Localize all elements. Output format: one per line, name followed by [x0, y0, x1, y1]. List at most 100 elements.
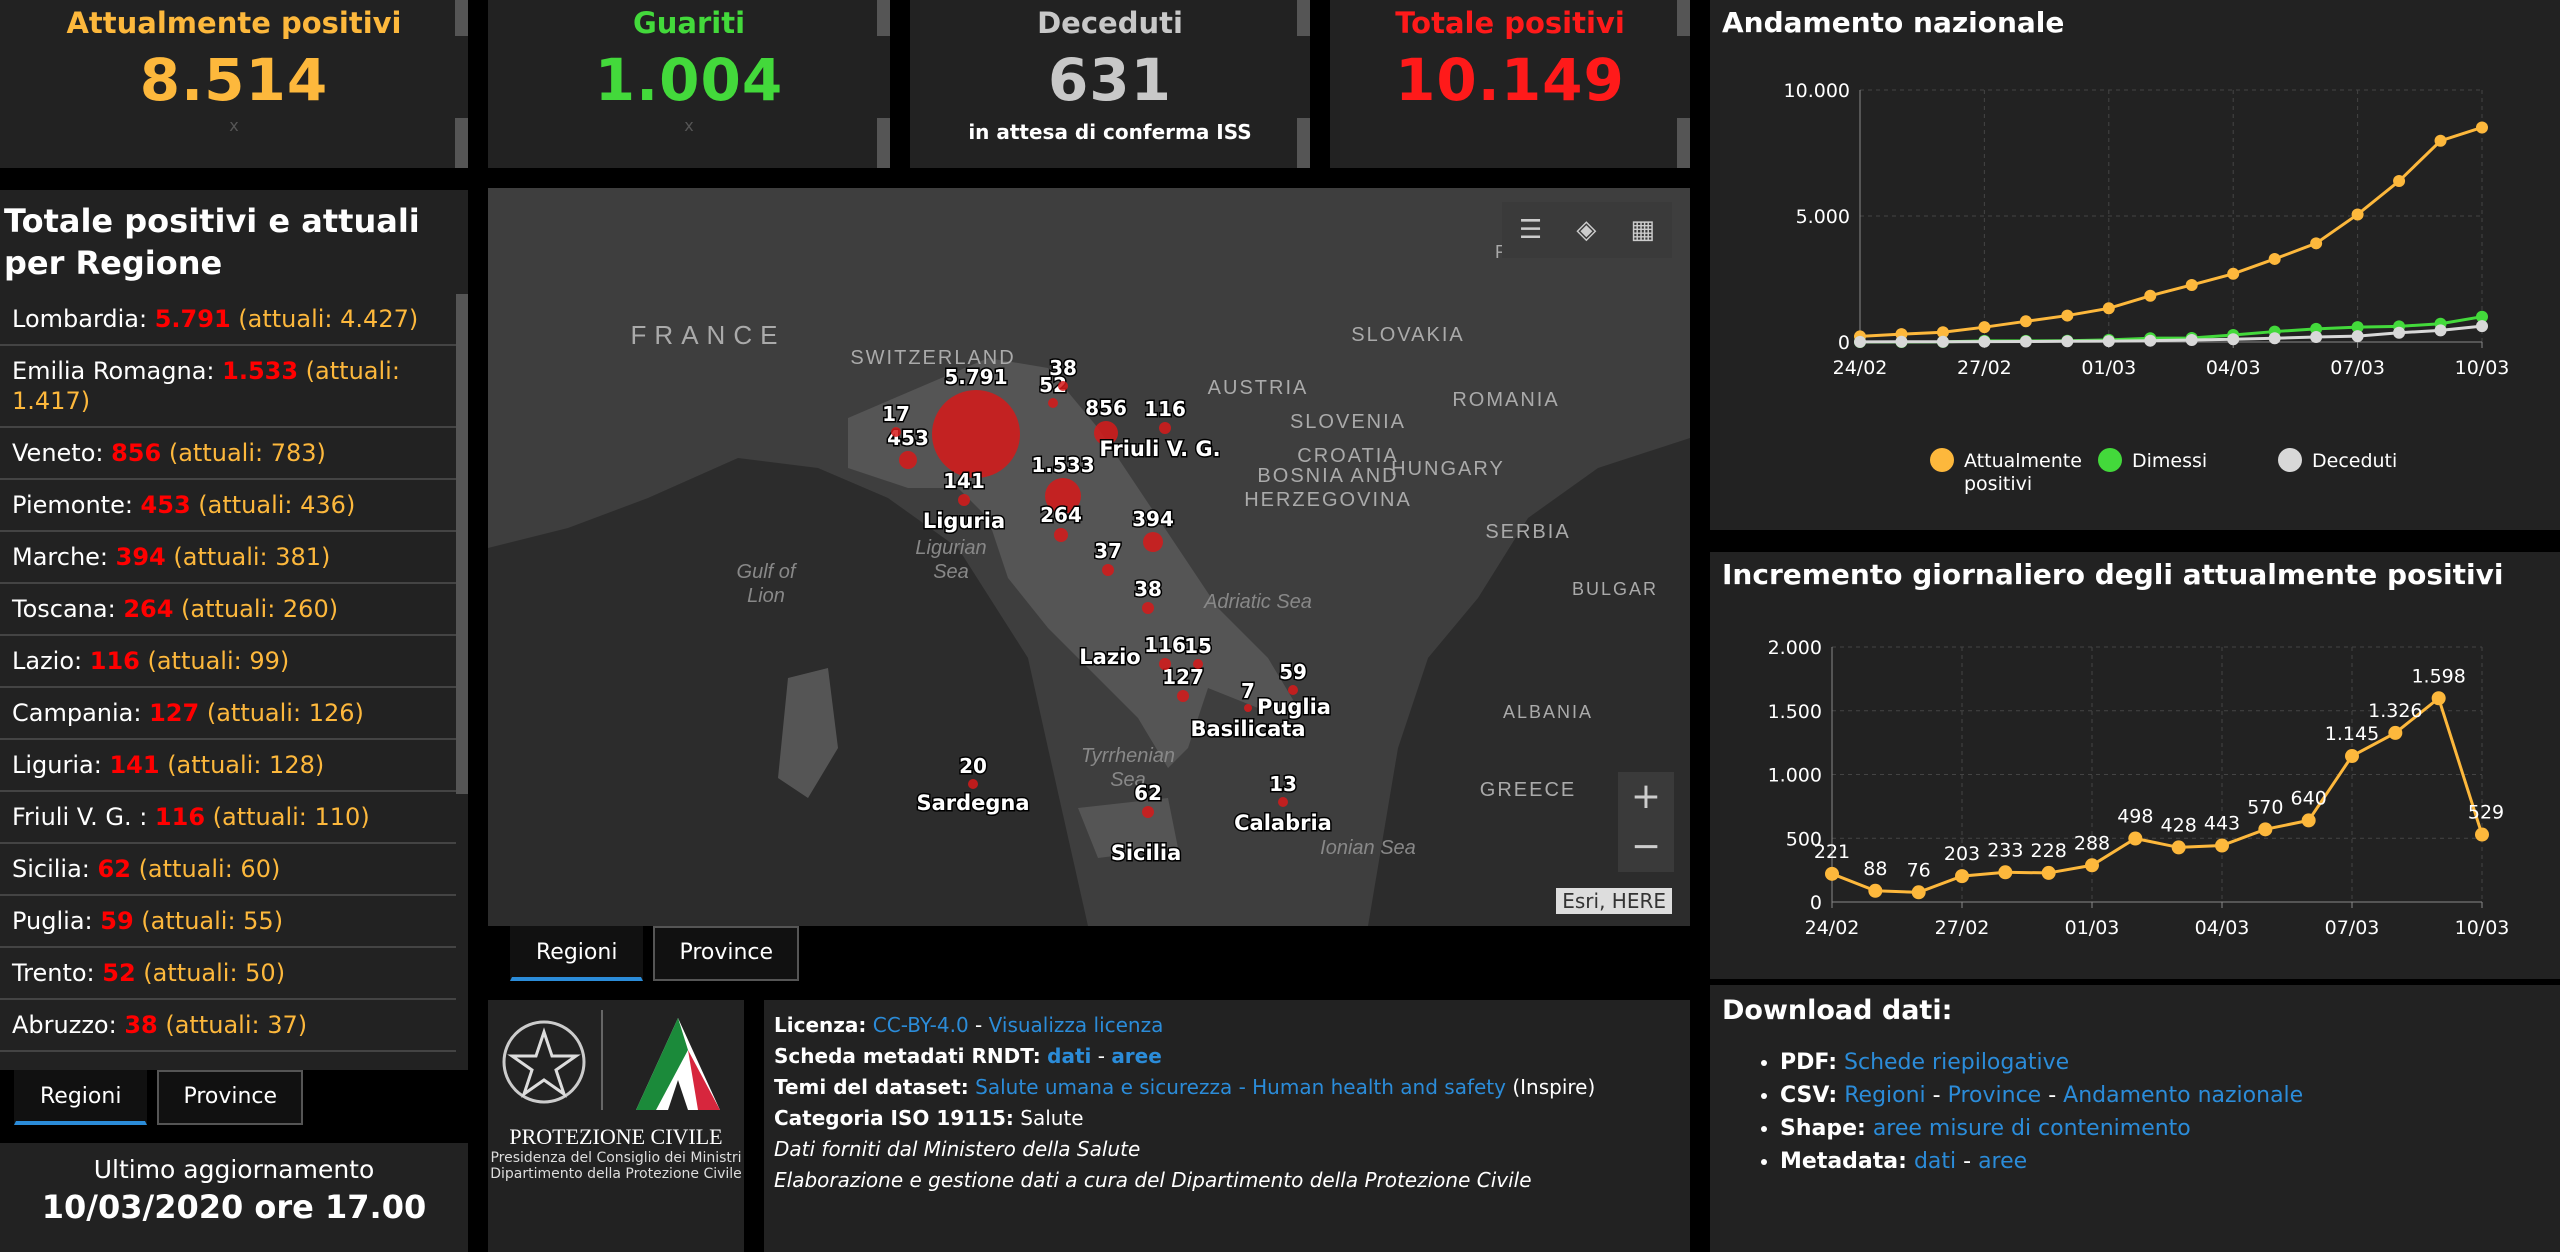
data-point[interactable] [2393, 175, 2406, 188]
data-point[interactable] [1978, 321, 1991, 334]
region-row[interactable]: Toscana: 264 (attuali: 260) [0, 584, 456, 636]
data-point[interactable] [2215, 838, 2229, 853]
data-point[interactable] [2227, 333, 2240, 346]
tab-regioni[interactable]: Regioni [14, 1070, 148, 1125]
data-point[interactable] [2393, 326, 2406, 339]
pdf-link[interactable]: Schede riepilogative [1844, 1050, 2069, 1075]
legend-list-icon[interactable]: ☰ [1519, 215, 1542, 245]
case-bubble[interactable] [1048, 398, 1058, 408]
csv-regioni-link[interactable]: Regioni [1844, 1083, 1925, 1108]
rndt-dati-link[interactable]: dati [1047, 1044, 1091, 1068]
data-point[interactable] [2476, 121, 2488, 134]
region-list[interactable]: Lombardia: 5.791 (attuali: 4.427) Emilia … [0, 294, 456, 1064]
case-bubble[interactable] [891, 427, 901, 437]
case-bubble[interactable] [1143, 532, 1163, 552]
data-point[interactable] [1955, 869, 1969, 884]
rndt-aree-link[interactable]: aree [1111, 1044, 1162, 1068]
data-point[interactable] [1825, 866, 1839, 881]
data-point[interactable] [2019, 335, 2032, 348]
metadata-dati-link[interactable]: dati [1914, 1149, 1956, 1174]
region-row[interactable]: Piemonte: 453 (attuali: 436) [0, 480, 456, 532]
data-point[interactable] [1868, 883, 1883, 898]
region-row[interactable]: Marche: 394 (attuali: 381) [0, 532, 456, 584]
legend-swatch[interactable] [2098, 448, 2122, 472]
case-bubble[interactable] [958, 494, 970, 506]
case-bubble[interactable] [1177, 690, 1189, 702]
data-point[interactable] [2171, 840, 2186, 855]
data-point[interactable] [1978, 335, 1991, 348]
data-point[interactable] [1936, 335, 1949, 348]
case-bubble[interactable] [1278, 797, 1288, 807]
region-row[interactable]: Veneto: 856 (attuali: 783) [0, 428, 456, 480]
license-link[interactable]: CC-BY-4.0 [873, 1013, 969, 1037]
scrollbar[interactable] [455, 118, 468, 168]
basemap-gallery-icon[interactable]: ▦ [1630, 215, 1655, 245]
data-point[interactable] [2434, 324, 2447, 337]
case-bubble[interactable] [1142, 602, 1154, 614]
data-point[interactable] [2431, 691, 2446, 706]
data-point[interactable] [2258, 822, 2273, 837]
region-row[interactable]: Puglia: 59 (attuali: 55) [0, 896, 456, 948]
case-bubble[interactable] [1193, 659, 1203, 669]
data-point[interactable] [2144, 334, 2157, 347]
data-point[interactable] [1998, 865, 2013, 880]
data-point[interactable] [2345, 749, 2359, 764]
region-row[interactable]: Sicilia: 62 (attuali: 60) [0, 844, 456, 896]
data-point[interactable] [2102, 335, 2115, 348]
map-tab-regioni[interactable]: Regioni [510, 926, 644, 981]
case-bubble[interactable] [1288, 685, 1298, 695]
case-bubble[interactable] [1244, 704, 1252, 712]
data-point[interactable] [2019, 315, 2032, 328]
shape-link[interactable]: aree misure di contenimento [1873, 1116, 2191, 1141]
zoom-out-button[interactable]: − [1618, 822, 1674, 872]
map-view[interactable]: FRANCESWITZERLANDAUSTRIAHUNGARYSLOVAKIAR… [488, 188, 1690, 926]
legend-swatch[interactable] [1930, 448, 1954, 472]
case-bubble[interactable] [1142, 806, 1154, 818]
scrollbar[interactable] [455, 0, 468, 36]
data-point[interactable] [2476, 320, 2488, 333]
legend-label[interactable]: positivi [1964, 473, 2032, 495]
data-point[interactable] [2268, 252, 2281, 265]
tab-province[interactable]: Province [157, 1070, 304, 1125]
view-license-link[interactable]: Visualizza licenza [989, 1013, 1164, 1037]
data-point[interactable] [2185, 278, 2198, 291]
data-point[interactable] [2351, 330, 2364, 343]
data-point[interactable] [2061, 335, 2074, 348]
data-point[interactable] [2041, 865, 2056, 880]
legend-label[interactable]: Dimessi [2132, 450, 2207, 472]
data-point[interactable] [2268, 332, 2281, 345]
map-tab-province[interactable]: Province [653, 926, 800, 981]
case-bubble[interactable] [1054, 528, 1068, 542]
temi-link[interactable]: Salute umana e sicurezza - Human health … [975, 1075, 1506, 1099]
region-row[interactable]: Friuli V. G. : 116 (attuali: 110) [0, 792, 456, 844]
data-point[interactable] [2227, 267, 2240, 280]
data-point[interactable] [2144, 289, 2157, 302]
region-row[interactable]: Emilia Romagna: 1.533 (attuali: 1.417) [0, 346, 456, 428]
legend-label[interactable]: Attualmente [1964, 450, 2082, 472]
data-point[interactable] [2301, 813, 2316, 828]
region-row[interactable]: Liguria: 141 (attuali: 128) [0, 740, 456, 792]
legend-label[interactable]: Deceduti [2312, 450, 2397, 472]
list-scrollbar[interactable] [456, 294, 468, 794]
zoom-in-button[interactable]: + [1618, 772, 1674, 822]
metadata-aree-link[interactable]: aree [1978, 1149, 2027, 1174]
data-point[interactable] [2061, 309, 2074, 322]
scrollbar[interactable] [1677, 118, 1690, 168]
data-point[interactable] [2310, 237, 2323, 250]
region-row[interactable]: Lazio: 116 (attuali: 99) [0, 636, 456, 688]
scrollbar[interactable] [1297, 118, 1310, 168]
data-point[interactable] [2475, 827, 2489, 842]
legend-swatch[interactable] [2278, 448, 2302, 472]
layers-icon[interactable]: ◈ [1576, 215, 1596, 245]
data-point[interactable] [2102, 302, 2115, 315]
csv-andamento-link[interactable]: Andamento nazionale [2063, 1083, 2303, 1108]
data-point[interactable] [1895, 335, 1908, 348]
data-point[interactable] [2128, 831, 2143, 846]
scrollbar[interactable] [1677, 0, 1690, 36]
region-row[interactable]: Campania: 127 (attuali: 126) [0, 688, 456, 740]
region-row[interactable]: Abruzzo: 38 (attuali: 37) [0, 1000, 456, 1052]
case-bubble[interactable] [1159, 658, 1171, 670]
case-bubble[interactable] [899, 451, 917, 469]
map-attribution[interactable]: Esri, HERE [1556, 888, 1672, 914]
data-point[interactable] [2434, 134, 2447, 147]
